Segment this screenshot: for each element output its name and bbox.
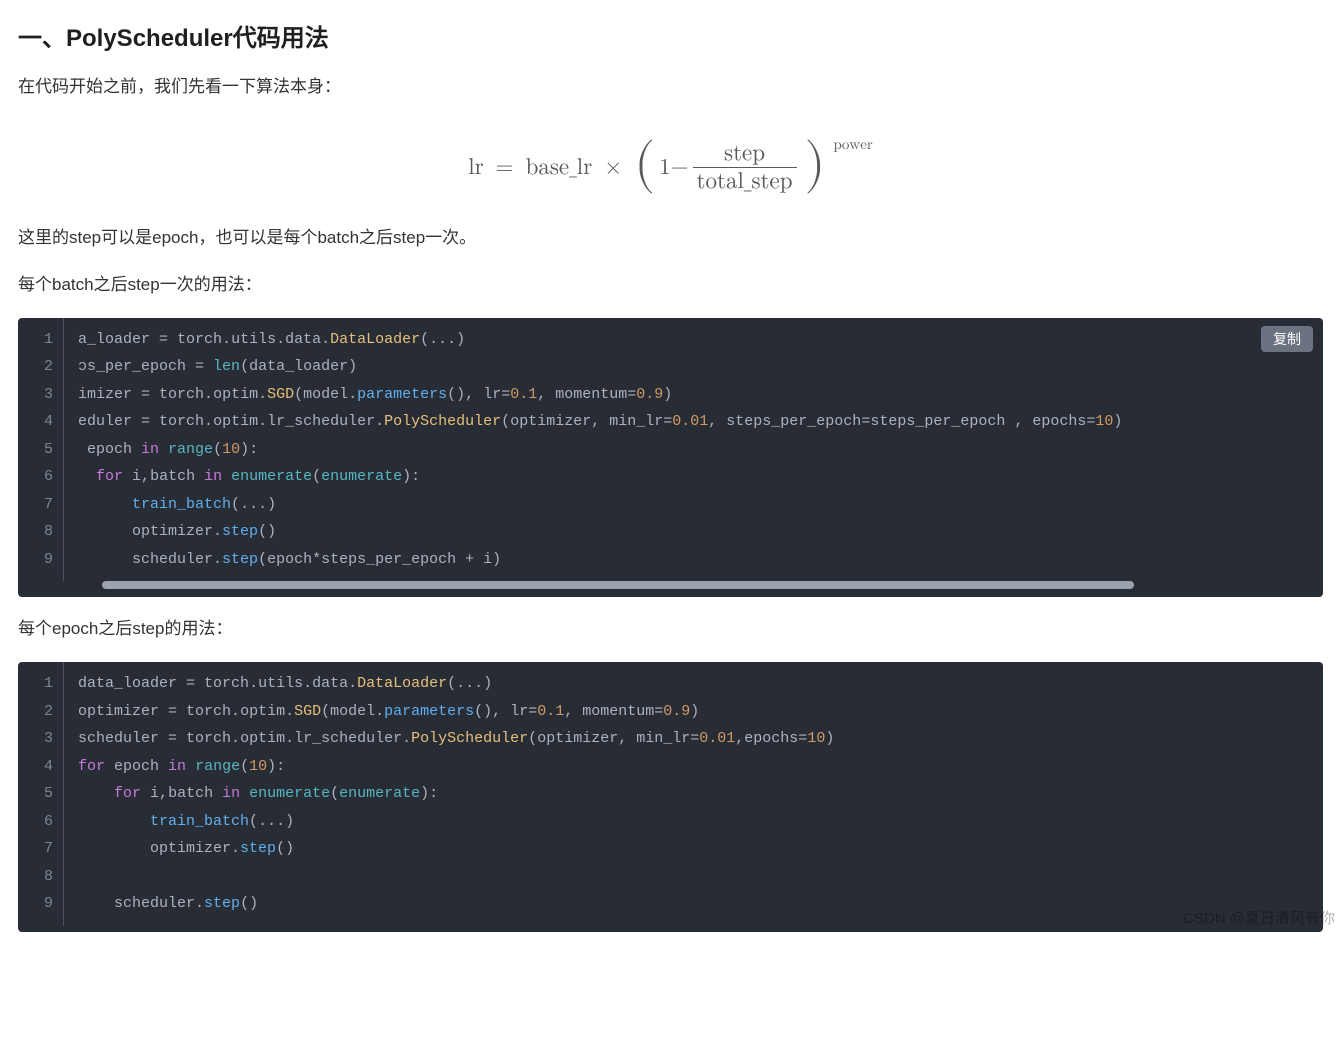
formula-frac-den: total_step	[693, 167, 797, 196]
line-number: 4	[18, 753, 53, 781]
formula-lr: lr	[468, 154, 483, 182]
code-line: epoch in range(10):	[78, 436, 1323, 464]
line-number: 8	[18, 863, 53, 891]
code-line: for i,batch in enumerate(enumerate):	[78, 463, 1323, 491]
formula-minus: −	[671, 154, 689, 182]
line-number: 7	[18, 835, 53, 863]
paren-close-icon: )	[805, 143, 826, 186]
formula-power: power	[834, 136, 873, 154]
step-desc-paragraph: 这里的step可以是epoch，也可以是每个batch之后step一次。	[18, 224, 1323, 253]
scrollbar-thumb[interactable]	[102, 581, 1134, 589]
line-number: 6	[18, 463, 53, 491]
code-line: scheduler = torch.optim.lr_scheduler.Pol…	[78, 725, 1323, 753]
copy-button[interactable]: 复制	[1261, 326, 1313, 352]
code-line: optimizer = torch.optim.SGD(model.parame…	[78, 698, 1323, 726]
line-number: 9	[18, 890, 53, 918]
line-number: 8	[18, 518, 53, 546]
code-line: data_loader = torch.utils.data.DataLoade…	[78, 670, 1323, 698]
intro-paragraph: 在代码开始之前，我们先看一下算法本身：	[18, 73, 1323, 102]
line-number: 9	[18, 546, 53, 574]
line-number: 2	[18, 353, 53, 381]
code-line: train_batch(...)	[78, 491, 1323, 519]
line-number: 5	[18, 436, 53, 464]
line-number: 1	[18, 326, 53, 354]
code-line	[78, 863, 1323, 891]
watermark: CSDN @夏日清风有你	[1183, 907, 1335, 928]
code-line: scheduler.step(epoch*steps_per_epoch + i…	[78, 546, 1323, 574]
section-heading: 一、PolyScheduler代码用法	[18, 18, 1323, 53]
epoch-usage-paragraph: 每个epoch之后step的用法：	[18, 615, 1323, 644]
formula-one: 1	[659, 154, 671, 182]
line-number: 1	[18, 670, 53, 698]
line-number: 5	[18, 780, 53, 808]
code-block-2: 123456789 data_loader = torch.utils.data…	[18, 662, 1323, 932]
formula: lr = base_lr × ( 1 − step total_step ) p…	[18, 140, 1323, 196]
formula-fraction: step total_step	[693, 140, 797, 196]
line-number: 7	[18, 491, 53, 519]
line-number: 4	[18, 408, 53, 436]
horizontal-scrollbar[interactable]	[64, 581, 1323, 591]
batch-usage-paragraph: 每个batch之后step一次的用法：	[18, 271, 1323, 300]
code-line: ɔs_per_epoch = len(data_loader)	[78, 353, 1323, 381]
line-number-gutter: 123456789	[18, 318, 64, 582]
line-number-gutter: 123456789	[18, 662, 64, 926]
code-line: for epoch in range(10):	[78, 753, 1323, 781]
formula-eq: =	[496, 154, 514, 182]
line-number: 3	[18, 725, 53, 753]
code-line: scheduler.step()	[78, 890, 1323, 918]
code-line: imizer = torch.optim.SGD(model.parameter…	[78, 381, 1323, 409]
code-content[interactable]: data_loader = torch.utils.data.DataLoade…	[64, 662, 1323, 926]
formula-times: ×	[604, 154, 622, 182]
line-number: 2	[18, 698, 53, 726]
code-line: optimizer.step()	[78, 835, 1323, 863]
code-content[interactable]: a_loader = torch.utils.data.DataLoader(.…	[64, 318, 1323, 582]
paren-open-icon: (	[634, 143, 655, 186]
formula-base-lr: base_lr	[526, 154, 593, 182]
code-line: optimizer.step()	[78, 518, 1323, 546]
code-line: eduler = torch.optim.lr_scheduler.PolySc…	[78, 408, 1323, 436]
code-block-1: 复制 123456789 a_loader = torch.utils.data…	[18, 318, 1323, 598]
line-number: 3	[18, 381, 53, 409]
code-line: for i,batch in enumerate(enumerate):	[78, 780, 1323, 808]
line-number: 6	[18, 808, 53, 836]
code-line: a_loader = torch.utils.data.DataLoader(.…	[78, 326, 1323, 354]
formula-frac-num: step	[720, 140, 769, 168]
code-line: train_batch(...)	[78, 808, 1323, 836]
